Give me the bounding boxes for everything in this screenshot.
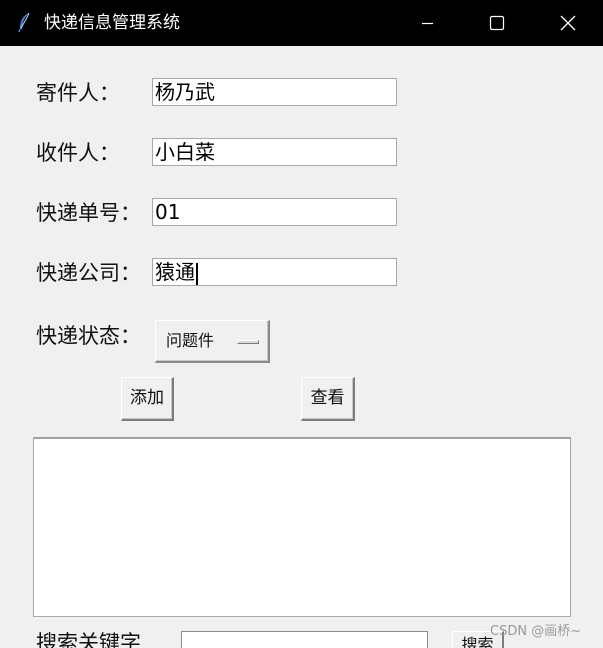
text-cursor [196, 262, 198, 285]
maximize-icon [489, 15, 505, 31]
window-title: 快递信息管理系统 [44, 13, 180, 33]
title-bar[interactable]: 快递信息管理系统 [0, 0, 603, 46]
sender-value: 杨乃武 [155, 80, 215, 104]
feather-icon [16, 12, 34, 33]
close-icon [560, 15, 576, 31]
status-dropdown[interactable]: 问题件 [155, 320, 270, 363]
receiver-input[interactable]: 小白菜 [152, 138, 397, 166]
status-selected-value: 问题件 [166, 331, 215, 350]
dropdown-indicator-icon [237, 340, 259, 344]
status-label: 快递状态： [36, 324, 141, 348]
view-button[interactable]: 查看 [301, 377, 355, 421]
company-value: 猿通 [155, 260, 195, 284]
sender-label: 寄件人： [36, 81, 120, 105]
search-input[interactable] [181, 631, 428, 648]
minimize-icon [422, 22, 433, 25]
add-button[interactable]: 添加 [121, 377, 174, 421]
close-button[interactable] [532, 0, 602, 46]
maximize-button[interactable] [462, 0, 532, 46]
company-input[interactable]: 猿通 [152, 258, 397, 286]
receiver-value: 小白菜 [155, 140, 215, 164]
company-label: 快递公司： [36, 261, 141, 285]
minimize-button[interactable] [393, 0, 463, 46]
results-listbox[interactable] [33, 437, 571, 617]
sender-input[interactable]: 杨乃武 [152, 78, 397, 106]
tracking-number-value: 01 [155, 200, 181, 224]
app-window: 快递信息管理系统 寄件人： 杨乃武 收件人： 小白菜 快递单号： 01 快递公司… [0, 0, 603, 648]
watermark: CSDN @画桥~ [490, 624, 582, 639]
receiver-label: 收件人： [36, 141, 120, 165]
tracking-number-input[interactable]: 01 [152, 198, 397, 226]
tracking-number-label: 快递单号： [36, 201, 141, 225]
search-keyword-label: 搜索关键字 [36, 631, 141, 648]
